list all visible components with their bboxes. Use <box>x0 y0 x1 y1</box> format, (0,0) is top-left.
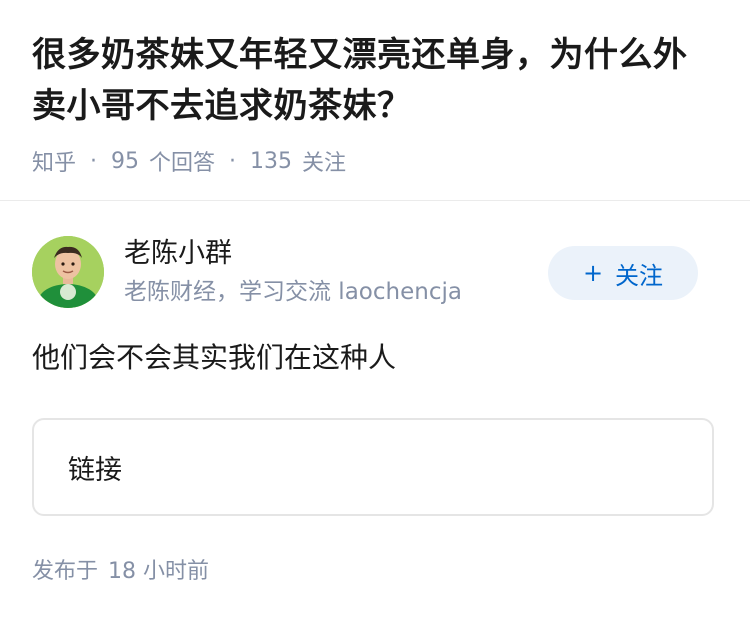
answer-content: 他们会不会其实我们在这种人 <box>32 341 397 374</box>
plus-icon: + <box>582 259 604 287</box>
followers-label: 关注 <box>302 151 347 176</box>
publish-prefix: 发布于 <box>32 559 99 584</box>
meta-separator: · <box>229 148 237 174</box>
avatar-person-icon <box>32 236 104 308</box>
author-headline: 老陈财经，学习交流 laochencja <box>124 279 462 305</box>
followers-count: 135 <box>250 148 293 174</box>
author-row: 老陈小群 老陈财经，学习交流 laochencja + 关注 <box>32 236 718 308</box>
answers-count: 95 <box>111 148 140 174</box>
question-header: 很多奶茶妹又年轻又漂亮还单身，为什么外卖小哥不去追求奶茶妹？ 知乎 · 95 个… <box>0 0 750 178</box>
question-meta: 知乎 · 95 个回答 · 135 关注 <box>32 144 718 178</box>
answer-page: 很多奶茶妹又年轻又漂亮还单身，为什么外卖小哥不去追求奶茶妹？ 知乎 · 95 个… <box>0 0 750 624</box>
follow-button-label: 关注 <box>615 261 664 290</box>
meta-separator: · <box>90 148 98 174</box>
author-name[interactable]: 老陈小群 <box>124 236 232 272</box>
publish-time-value: 18 小时前 <box>108 559 210 584</box>
question-title[interactable]: 很多奶茶妹又年轻又漂亮还单身，为什么外卖小哥不去追求奶茶妹？ <box>32 30 718 132</box>
follow-button[interactable]: + 关注 <box>548 246 698 300</box>
link-card[interactable]: 链接 <box>32 418 714 516</box>
publish-time: 发布于 18 小时前 <box>32 556 209 588</box>
source-label[interactable]: 知乎 <box>32 145 76 177</box>
link-card-label: 链接 <box>68 454 122 486</box>
answers-label: 个回答 <box>149 151 216 176</box>
avatar[interactable] <box>32 236 104 308</box>
section-divider <box>0 200 750 201</box>
